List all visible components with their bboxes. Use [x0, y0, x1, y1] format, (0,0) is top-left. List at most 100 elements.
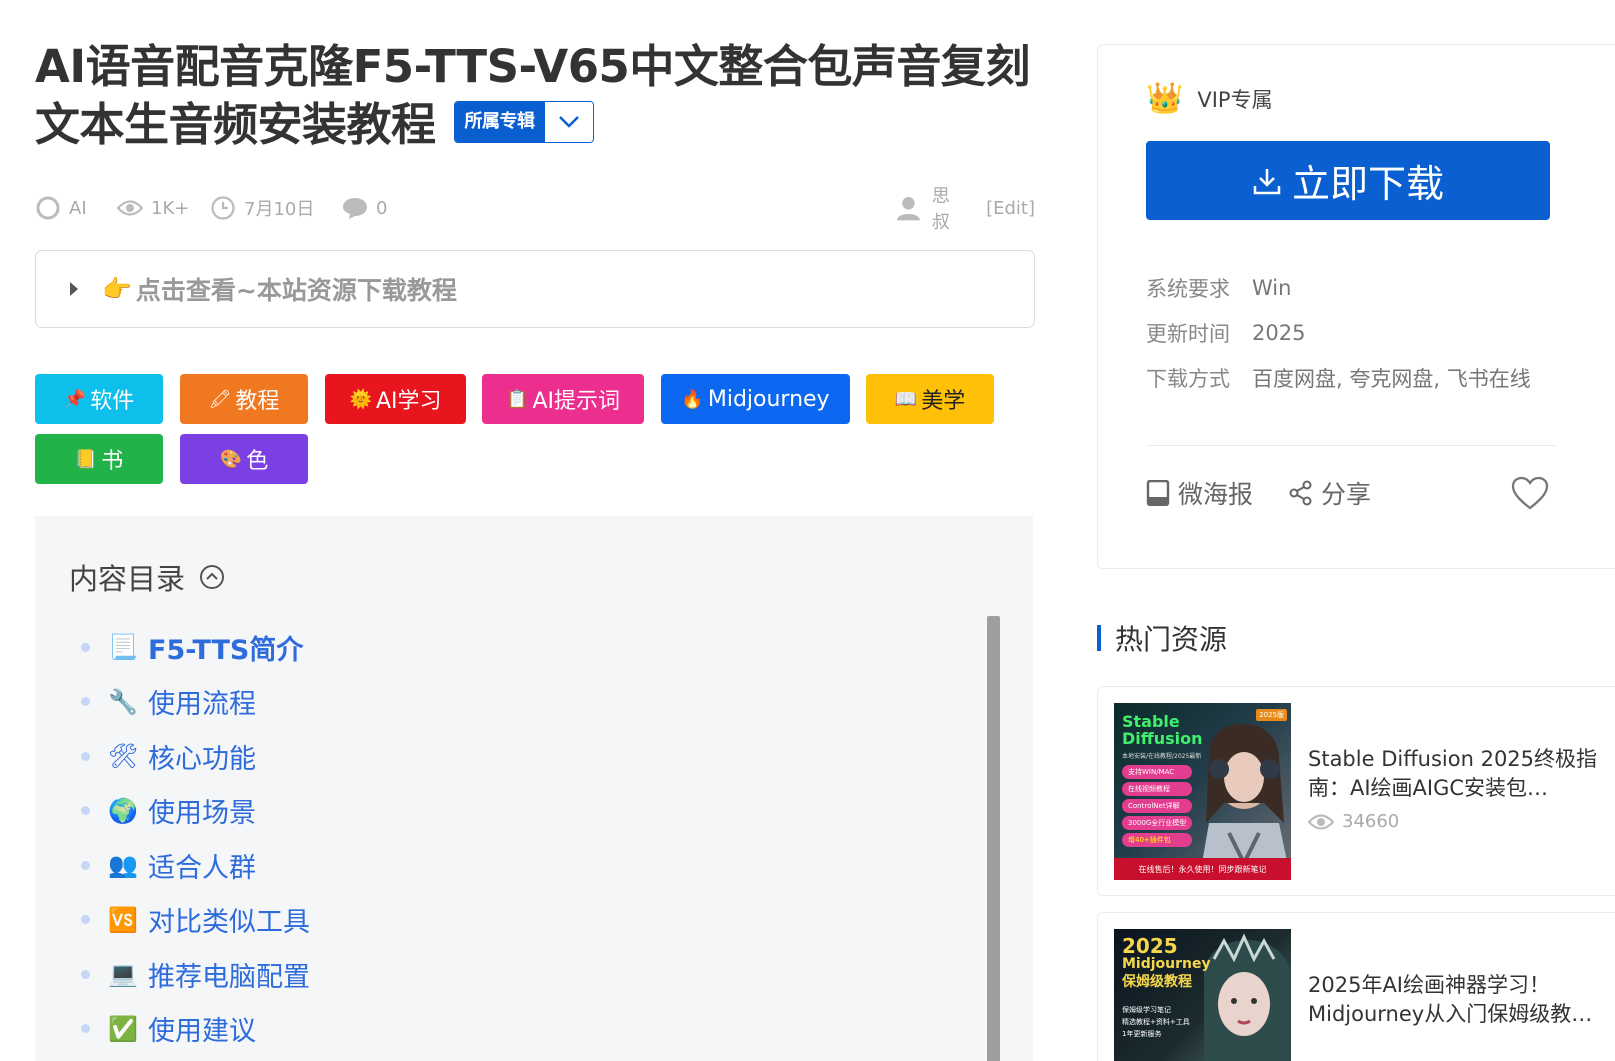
thumb-pill: 精选教程+资料+工具: [1122, 1018, 1190, 1026]
download-icon: [1253, 168, 1281, 194]
bullet: [81, 751, 90, 761]
thumb-corner: 2025版: [1256, 709, 1287, 721]
tag-aesthetics[interactable]: 📖 美学: [866, 374, 994, 424]
notebook-icon: 📒: [74, 448, 98, 470]
toc-item-label: F5-TTS简介: [148, 634, 304, 666]
tag-label: AI提示词: [532, 389, 620, 414]
tag-software[interactable]: 📌 软件: [35, 374, 163, 424]
accent-bar: [1097, 625, 1101, 651]
crown-icon: 👑: [1146, 81, 1184, 116]
heart-icon: [1511, 476, 1549, 510]
vip-badge: 👑 VIP专属: [1146, 81, 1273, 116]
tag-tutorial[interactable]: 🖍 教程: [180, 374, 308, 424]
favorite-button[interactable]: [1511, 473, 1549, 513]
hot-resource-card[interactable]: 2025版 Stable Diffusion 本地安装/在线教程/2025最新 …: [1097, 686, 1615, 896]
tag-book[interactable]: 📒 书: [35, 434, 163, 484]
hot-resource-card[interactable]: 2025 Midjourney 保姆级教程 保姆级学习笔记 精选教程+资料+工具…: [1097, 912, 1615, 1061]
laptop-icon: 💻: [108, 960, 138, 989]
toc-scrollbar[interactable]: [987, 616, 1000, 1061]
resource-thumbnail[interactable]: 2025版 Stable Diffusion 本地安装/在线教程/2025最新 …: [1114, 703, 1291, 880]
download-button[interactable]: 立即下载: [1146, 141, 1550, 220]
toc-item-label: 使用建议: [148, 1016, 256, 1048]
resource-thumbnail[interactable]: 2025 Midjourney 保姆级教程 保姆级学习笔记 精选教程+资料+工具…: [1114, 929, 1291, 1061]
collapse-icon[interactable]: [199, 564, 225, 590]
toc-item[interactable]: ✅ 使用建议: [81, 1002, 310, 1057]
vs-icon: 🆚: [108, 905, 138, 934]
album-dropdown[interactable]: 所属专辑: [453, 101, 594, 143]
edit-link[interactable]: [Edit]: [986, 198, 1035, 219]
tag-label: 书: [101, 449, 124, 474]
resource-title[interactable]: Stable Diffusion 2025终极指南：AI绘画AIGC安装包…: [1308, 745, 1613, 803]
article-meta: AI 1K+ 7月10日 0 思叔 [Edit]: [35, 186, 1035, 233]
card-actions: 微海报 分享: [1146, 473, 1556, 513]
hot-resources-header: 热门资源: [1097, 618, 1227, 658]
toc-item[interactable]: 🌍 使用场景: [81, 784, 310, 839]
tag-label: Midjourney: [707, 386, 830, 412]
spec-row: 系统要求 Win: [1146, 265, 1531, 310]
thumb-pill: 支持WIN/MAC: [1122, 765, 1193, 779]
toc-item[interactable]: 🛠 核心功能: [81, 729, 310, 784]
toc-item-label: 对比类似工具: [148, 907, 310, 939]
spec-key: 下载方式: [1146, 366, 1230, 391]
notice-text: 点击查看~本站资源下载教程: [135, 276, 457, 305]
caret-right-icon: [70, 282, 78, 296]
tag-color[interactable]: 🎨 色: [180, 434, 308, 484]
article-main: AI语音配音克隆F5-TTS-V65中文整合包声音复刻文本生音频安装教程 所属专辑…: [35, 38, 1035, 1061]
vip-label: VIP专属: [1197, 87, 1273, 112]
thumb-title-line: 2025: [1122, 934, 1178, 958]
download-card: 👑 VIP专属 立即下载 系统要求 Win 更新时间 2025 下载方式 百度网盘, …: [1097, 44, 1615, 569]
spec-key: 更新时间: [1146, 321, 1230, 346]
tag-ai-prompts[interactable]: 📋 AI提示词: [482, 374, 644, 424]
toc-item[interactable]: 💻 推荐电脑配置: [81, 947, 310, 1002]
resource-views-count: 34660: [1342, 811, 1400, 832]
spec-row: 下载方式 百度网盘, 夸克网盘, 飞书在线: [1146, 355, 1531, 400]
toc-item-label: 使用流程: [148, 689, 256, 721]
pin-icon: 📌: [63, 388, 87, 410]
spec-list: 系统要求 Win 更新时间 2025 下载方式 百度网盘, 夸克网盘, 飞书在线: [1146, 265, 1531, 400]
tag-label: 教程: [235, 389, 280, 414]
share-button[interactable]: 分享: [1289, 473, 1371, 513]
thumb-pill: ControlNet详解: [1122, 799, 1193, 813]
download-tutorial-toggle[interactable]: 👉 点击查看~本站资源下载教程: [35, 250, 1035, 328]
eye-icon: [117, 200, 143, 216]
bullet: [81, 969, 90, 979]
poster-label: 微海报: [1178, 480, 1254, 509]
toc-item-label: 推荐电脑配置: [148, 961, 310, 993]
chevron-down-icon: [544, 102, 593, 142]
clock-icon: [211, 196, 235, 220]
bullet: [81, 697, 90, 707]
globe-icon: 🌍: [108, 796, 138, 825]
toc-item[interactable]: 🆚 对比类似工具: [81, 893, 310, 948]
tag-ai-learning[interactable]: 🌞 AI学习: [325, 374, 466, 424]
table-of-contents: 内容目录 📃 F5-TTS简介 🔧 使用流程 🛠 核心功能 🌍 使用场景 👥 适合人群 🆚…: [35, 516, 1033, 1061]
thumb-pill: 3000G全行业模型: [1122, 816, 1193, 830]
thumb-title: Stable Diffusion: [1122, 713, 1203, 747]
meta-category[interactable]: AI: [35, 193, 87, 223]
toc-list: 📃 F5-TTS简介 🔧 使用流程 🛠 核心功能 🌍 使用场景 👥 适合人群 🆚 对比类似工…: [81, 620, 310, 1056]
meta-author[interactable]: 思叔 [Edit]: [897, 186, 1035, 233]
poster-button[interactable]: 微海报: [1146, 473, 1253, 513]
toc-item[interactable]: 📃 F5-TTS简介: [81, 620, 310, 675]
tag-midjourney[interactable]: 🔥 Midjourney: [661, 374, 850, 424]
spec-value: Win: [1252, 275, 1292, 300]
share-label: 分享: [1321, 480, 1372, 509]
meta-comments[interactable]: 0: [342, 193, 387, 223]
album-label: 所属专辑: [454, 102, 545, 142]
hot-resources-title: 热门资源: [1115, 623, 1228, 656]
bullet: [81, 1024, 90, 1034]
tag-label: 美学: [921, 389, 966, 414]
bullet: [81, 806, 90, 816]
toc-item[interactable]: 🔧 使用流程: [81, 675, 310, 730]
resource-title[interactable]: 2025年AI绘画神器学习！Midjourney从入门保姆级教…: [1308, 971, 1613, 1029]
toc-item-label: 核心功能: [148, 743, 256, 775]
thumb-pills: 保姆级学习笔记 精选教程+资料+工具 1年更新服务: [1122, 1005, 1190, 1039]
user-icon: [897, 197, 920, 221]
meta-views-count: 1K+: [151, 197, 190, 219]
thumb-footer: 在线售后！永久使用！同步跟新笔记: [1114, 858, 1291, 880]
thumb-title-line: Diffusion: [1122, 729, 1203, 748]
toc-item[interactable]: 👥 适合人群: [81, 838, 310, 893]
thumb-title-line: 保姆级教程: [1122, 974, 1192, 990]
toc-header[interactable]: 内容目录: [69, 556, 225, 598]
thumb-pill: 增40+插件包: [1122, 833, 1193, 847]
share-icon: [1289, 480, 1312, 506]
